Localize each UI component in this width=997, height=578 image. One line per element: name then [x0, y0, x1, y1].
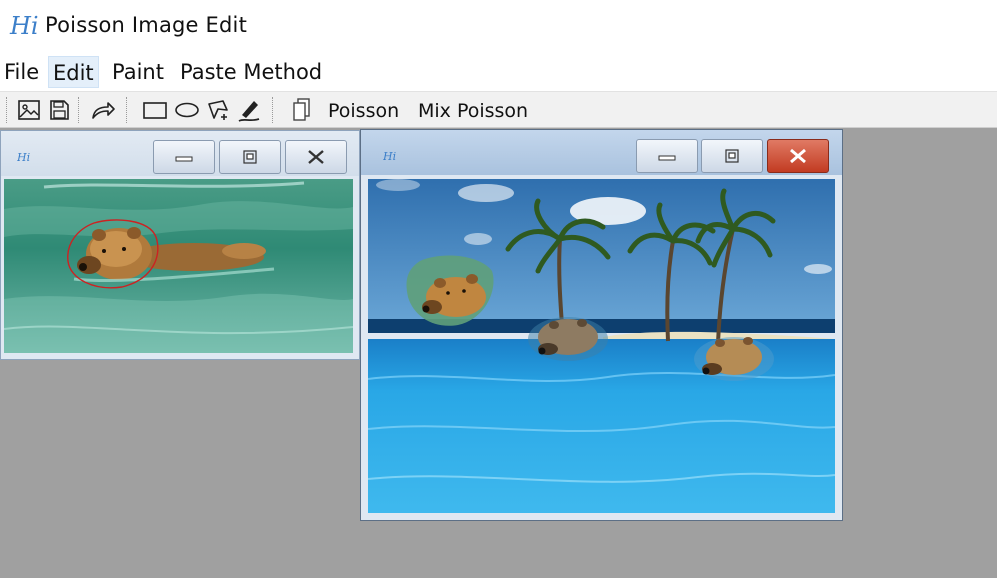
hi-logo-icon: Hi — [383, 150, 396, 162]
minimize-icon — [658, 155, 676, 161]
hi-logo-icon: Hi — [9, 12, 39, 40]
target-image-window[interactable]: Hi — [360, 129, 843, 521]
source-image-canvas[interactable] — [4, 179, 353, 353]
menu-file[interactable]: File — [0, 56, 43, 88]
toolbar-separator — [272, 97, 275, 123]
poisson-button[interactable]: Poisson — [328, 97, 399, 125]
maximize-button[interactable] — [219, 140, 281, 174]
copy-icon[interactable] — [286, 95, 316, 125]
source-image-window[interactable]: Hi — [0, 130, 360, 360]
bear-swimming-photo — [4, 179, 353, 353]
menu-paint[interactable]: Paint — [108, 56, 168, 88]
toolbar: Poisson Mix Poisson — [0, 91, 997, 128]
app-title: Poisson Image Edit — [45, 13, 248, 37]
close-button[interactable] — [285, 140, 347, 174]
hi-logo-icon: Hi — [17, 151, 30, 163]
minimize-button[interactable] — [153, 140, 215, 174]
maximize-icon — [725, 149, 739, 163]
save-icon[interactable] — [44, 95, 74, 125]
menu-bar: File Edit Paint Paste Method — [0, 52, 997, 91]
svg-text:Hi: Hi — [383, 150, 396, 162]
target-window-titlebar[interactable]: Hi — [361, 130, 842, 175]
rectangle-tool-icon[interactable] — [140, 95, 170, 125]
ellipse-tool-icon[interactable] — [172, 95, 202, 125]
open-image-icon[interactable] — [14, 95, 44, 125]
toolbar-grip — [6, 97, 9, 123]
target-image-canvas[interactable] — [368, 179, 835, 513]
mix-poisson-button[interactable]: Mix Poisson — [418, 97, 528, 125]
tropical-island-photo — [368, 179, 835, 513]
maximize-icon — [243, 150, 257, 164]
menu-paste-method[interactable]: Paste Method — [176, 56, 326, 88]
polygon-tool-icon[interactable] — [203, 95, 233, 125]
toolbar-separator — [126, 97, 129, 123]
close-button[interactable] — [767, 139, 829, 173]
menu-edit[interactable]: Edit — [48, 56, 99, 88]
redo-arrow-icon[interactable] — [88, 95, 118, 125]
close-icon — [308, 150, 324, 164]
svg-text:Hi: Hi — [9, 12, 39, 40]
maximize-button[interactable] — [701, 139, 763, 173]
freehand-pen-icon[interactable] — [234, 95, 264, 125]
source-window-titlebar[interactable]: Hi — [1, 131, 359, 176]
close-icon — [790, 148, 806, 164]
minimize-button[interactable] — [636, 139, 698, 173]
app-titlebar: Hi Poisson Image Edit — [0, 0, 997, 52]
svg-text:Hi: Hi — [17, 151, 30, 163]
minimize-icon — [175, 156, 193, 162]
toolbar-separator — [78, 97, 81, 123]
